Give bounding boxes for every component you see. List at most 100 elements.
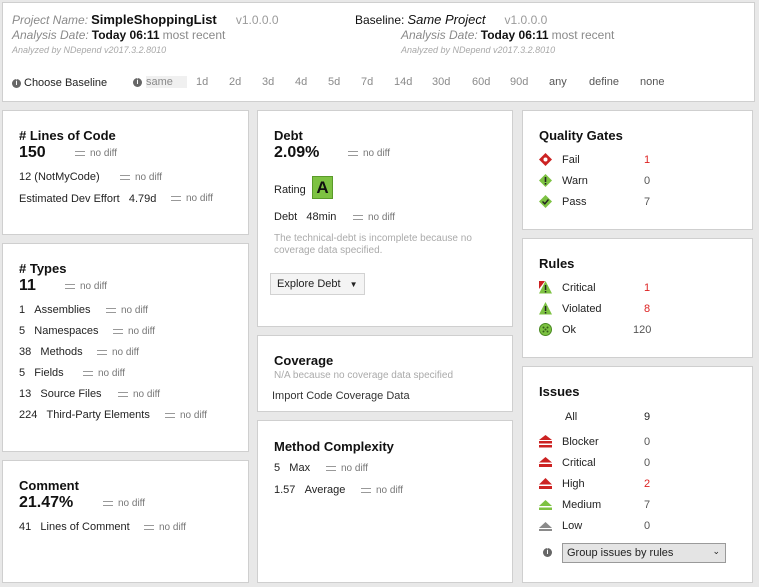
panel-title: # Types [19, 261, 67, 276]
baseline-option-30d[interactable]: 30d [432, 76, 450, 88]
methods-row: 38 Methods [19, 346, 83, 358]
issues-panel[interactable]: Issues All 9 Blocker 0 Critical 0 High 2… [522, 366, 753, 583]
info-icon: i [133, 78, 142, 87]
baseline-option-same[interactable]: same [146, 76, 187, 88]
baseline-option-90d[interactable]: 90d [510, 76, 528, 88]
third-party-diff: no diff [165, 410, 207, 421]
rules-critical-row[interactable]: Critical [539, 281, 596, 294]
group-issues-select[interactable]: Group issues by rules ⌄ [562, 543, 726, 563]
debt-panel[interactable]: Debt 2.09% no diff Rating A Debt 48min n… [257, 110, 513, 327]
lines-of-code-panel[interactable]: # Lines of Code 150 no diff 12 (NotMyCod… [2, 110, 249, 235]
baseline-option-3d[interactable]: 3d [262, 76, 274, 88]
baseline-analyzed-by: Analyzed by NDepend v2017.3.2.8010 [401, 45, 556, 55]
quality-gates-panel[interactable]: Quality Gates Fail 1 Warn 0 Pass 7 [522, 110, 753, 230]
panel-title: Comment [19, 478, 79, 493]
comment-diff: no diff [103, 498, 145, 509]
assemblies-diff: no diff [106, 305, 148, 316]
info-icon: i [12, 78, 21, 88]
coverage-panel[interactable]: Coverage N/A because no coverage data sp… [257, 335, 513, 412]
fields-row: 5 Fields [19, 367, 64, 379]
rules-violated-count: 8 [644, 303, 651, 315]
ok-rule-icon [539, 323, 552, 336]
issues-all-label[interactable]: All [565, 411, 577, 423]
gate-fail-row[interactable]: Fail [539, 153, 580, 166]
types-panel[interactable]: # Types 11 no diff 1 Assemblies no diff … [2, 243, 249, 452]
gate-warn-row[interactable]: Warn [539, 174, 588, 187]
baseline-info: Baseline: Same Project v1.0.0.0 Analysis… [355, 13, 614, 57]
issues-blocker-count: 0 [644, 436, 651, 448]
choose-baseline-label: Choose Baseline [24, 77, 108, 89]
issues-low-row[interactable]: Low [539, 519, 582, 532]
baseline-option-2d[interactable]: 2d [229, 76, 241, 88]
dev-effort-row: Estimated Dev Effort 4.79d [19, 193, 157, 205]
rating-label: Rating [274, 184, 306, 196]
rules-critical-count: 1 [644, 282, 651, 294]
complexity-max-diff: no diff [326, 463, 368, 474]
high-issue-icon [539, 478, 552, 489]
loc-diff: no diff [75, 148, 117, 159]
baseline-option-define[interactable]: define [589, 76, 619, 88]
baseline-option-7d[interactable]: 7d [361, 76, 373, 88]
analysis-date: Today 06:11 [91, 28, 160, 42]
analysis-date-suffix: most recent [162, 28, 226, 42]
analysis-date-label: Analysis Date: [12, 28, 89, 42]
comment-value: 21.47% [19, 494, 74, 511]
types-diff: no diff [65, 281, 107, 292]
issues-medium-row[interactable]: Medium [539, 498, 601, 511]
panel-title: Debt [274, 128, 303, 143]
baseline-analysis-suffix: most recent [551, 28, 615, 42]
debt-value: 2.09% [274, 144, 320, 161]
low-issue-icon [539, 522, 552, 531]
rules-panel[interactable]: Rules Critical 1 Violated 8 Ok 120 [522, 238, 753, 358]
baseline-analysis-date: Today 06:11 [480, 28, 549, 42]
baseline-analysis-label: Analysis Date: [401, 28, 478, 42]
debt-note: The technical-debt is incomplete because… [274, 233, 472, 256]
rules-violated-row[interactable]: Violated [539, 302, 602, 315]
baseline-option-1d[interactable]: 1d [196, 76, 208, 88]
debt-diff: no diff [348, 148, 390, 159]
issues-high-row[interactable]: High [539, 477, 585, 490]
panel-title: Coverage [274, 353, 334, 368]
rules-ok-row[interactable]: Ok [539, 323, 576, 336]
import-coverage-link[interactable]: Import Code Coverage Data [272, 390, 410, 402]
assemblies-row: 1 Assemblies [19, 304, 91, 316]
blocker-icon [539, 435, 552, 448]
dropdown-arrow-icon: ▼ [349, 280, 358, 289]
panel-title: # Lines of Code [19, 128, 116, 143]
baseline-option-5d[interactable]: 5d [328, 76, 340, 88]
panel-title: Issues [539, 384, 580, 399]
project-info: Project Name: SimpleShoppingList v1.0.0.… [12, 13, 279, 57]
panel-title: Method Complexity [274, 439, 394, 454]
warn-icon [539, 174, 552, 187]
gate-pass-count: 7 [644, 196, 651, 208]
project-name: SimpleShoppingList [91, 12, 217, 27]
dev-effort-diff: no diff [171, 193, 213, 204]
header-panel: Project Name: SimpleShoppingList v1.0.0.… [2, 2, 755, 102]
source-files-diff: no diff [118, 389, 160, 400]
gate-pass-row[interactable]: Pass [539, 195, 586, 208]
debt-time-diff: no diff [353, 212, 395, 223]
issues-critical-row[interactable]: Critical [539, 456, 596, 469]
baseline-option-none[interactable]: none [640, 76, 664, 88]
gate-fail-count: 1 [644, 154, 651, 166]
baseline-option-4d[interactable]: 4d [295, 76, 307, 88]
issues-low-count: 0 [644, 520, 651, 532]
comment-panel[interactable]: Comment 21.47% no diff 41 Lines of Comme… [2, 460, 249, 583]
baseline-option-60d[interactable]: 60d [472, 76, 490, 88]
baseline-version: v1.0.0.0 [504, 13, 548, 27]
baseline-option-any[interactable]: any [549, 76, 567, 88]
method-complexity-panel[interactable]: Method Complexity 5 Max no diff 1.57 Ave… [257, 420, 513, 583]
explore-debt-button[interactable]: Explore Debt ▼ [270, 273, 365, 295]
critical-issue-icon [539, 457, 552, 467]
choose-baseline-row: i Choose Baseline i same 1d 2d 3d 4d 5d … [12, 76, 742, 90]
namespaces-row: 5 Namespaces [19, 325, 99, 337]
fail-icon [539, 153, 552, 166]
issues-blocker-row[interactable]: Blocker [539, 435, 599, 448]
notmycode-diff: no diff [120, 172, 162, 183]
violated-rule-icon [539, 302, 552, 315]
comment-lines-row: 41 Lines of Comment [19, 521, 130, 533]
medium-issue-icon [539, 500, 552, 510]
baseline-option-14d[interactable]: 14d [394, 76, 412, 88]
gate-warn-count: 0 [644, 175, 651, 187]
pass-icon [539, 195, 552, 208]
